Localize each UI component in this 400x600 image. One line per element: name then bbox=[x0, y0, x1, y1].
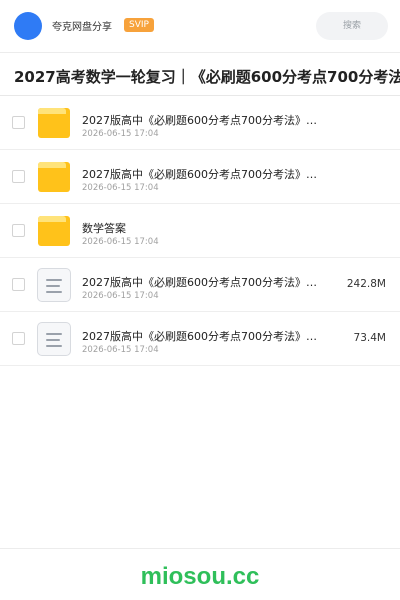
doc-line bbox=[46, 279, 62, 281]
page-title: 2027高考数学一轮复习｜《必刷题600分考点700分考法》 bbox=[14, 68, 400, 86]
file-size: 73.4M bbox=[353, 332, 386, 344]
file-date: 2026-06-15 17:04 bbox=[82, 183, 159, 193]
file-name: 数学答案 bbox=[82, 222, 126, 235]
search-button[interactable]: 搜索 bbox=[316, 12, 388, 40]
file-date: 2026-06-15 17:04 bbox=[82, 345, 159, 355]
avatar[interactable] bbox=[14, 12, 42, 40]
folder-icon bbox=[38, 108, 70, 138]
site-watermark: miosou.cc bbox=[140, 563, 260, 590]
title-bar: 2027高考数学一轮复习｜《必刷题600分考点700分考法》 bbox=[0, 52, 400, 96]
file-date: 2026-06-15 17:04 bbox=[82, 237, 159, 247]
doc-line bbox=[46, 291, 62, 293]
doc-line bbox=[46, 333, 62, 335]
document-icon bbox=[37, 268, 71, 302]
file-row[interactable]: 数学答案 2026-06-15 17:04 bbox=[0, 204, 400, 258]
file-row[interactable]: 2027版高中《必刷题600分考点700分考法》一轮复习 2026-06-15 … bbox=[0, 258, 400, 312]
folder-icon bbox=[38, 216, 70, 246]
top-header: 夸克网盘分享 SVIP 搜索 bbox=[0, 0, 400, 52]
file-name: 2027版高中《必刷题600分考点700分考法》一轮复习 bbox=[82, 330, 322, 343]
folder-icon bbox=[38, 162, 70, 192]
footer: miosou.cc bbox=[0, 548, 400, 600]
doc-line bbox=[46, 339, 60, 341]
share-source-name: 夸克网盘分享 bbox=[52, 22, 112, 33]
row-checkbox[interactable] bbox=[12, 116, 25, 129]
file-name: 2027版高中《必刷题600分考点700分考法》一轮复习 bbox=[82, 168, 322, 181]
row-checkbox[interactable] bbox=[12, 224, 25, 237]
row-checkbox[interactable] bbox=[12, 170, 25, 183]
file-date: 2026-06-15 17:04 bbox=[82, 291, 159, 301]
doc-line bbox=[46, 345, 62, 347]
row-checkbox[interactable] bbox=[12, 278, 25, 291]
file-row[interactable]: 2027版高中《必刷题600分考点700分考法》一轮复习 2026-06-15 … bbox=[0, 150, 400, 204]
file-name: 2027版高中《必刷题600分考点700分考法》一轮复习 bbox=[82, 276, 322, 289]
file-size: 242.8M bbox=[346, 278, 386, 290]
file-row[interactable]: 2027版高中《必刷题600分考点700分考法》一轮复习 2026-06-15 … bbox=[0, 96, 400, 150]
row-checkbox[interactable] bbox=[12, 332, 25, 345]
file-list: 2027版高中《必刷题600分考点700分考法》一轮复习 2026-06-15 … bbox=[0, 96, 400, 366]
doc-line bbox=[46, 285, 60, 287]
svip-badge: SVIP bbox=[124, 18, 154, 32]
file-name: 2027版高中《必刷题600分考点700分考法》一轮复习 bbox=[82, 114, 322, 127]
file-date: 2026-06-15 17:04 bbox=[82, 129, 159, 139]
file-row[interactable]: 2027版高中《必刷题600分考点700分考法》一轮复习 2026-06-15 … bbox=[0, 312, 400, 366]
document-icon bbox=[37, 322, 71, 356]
